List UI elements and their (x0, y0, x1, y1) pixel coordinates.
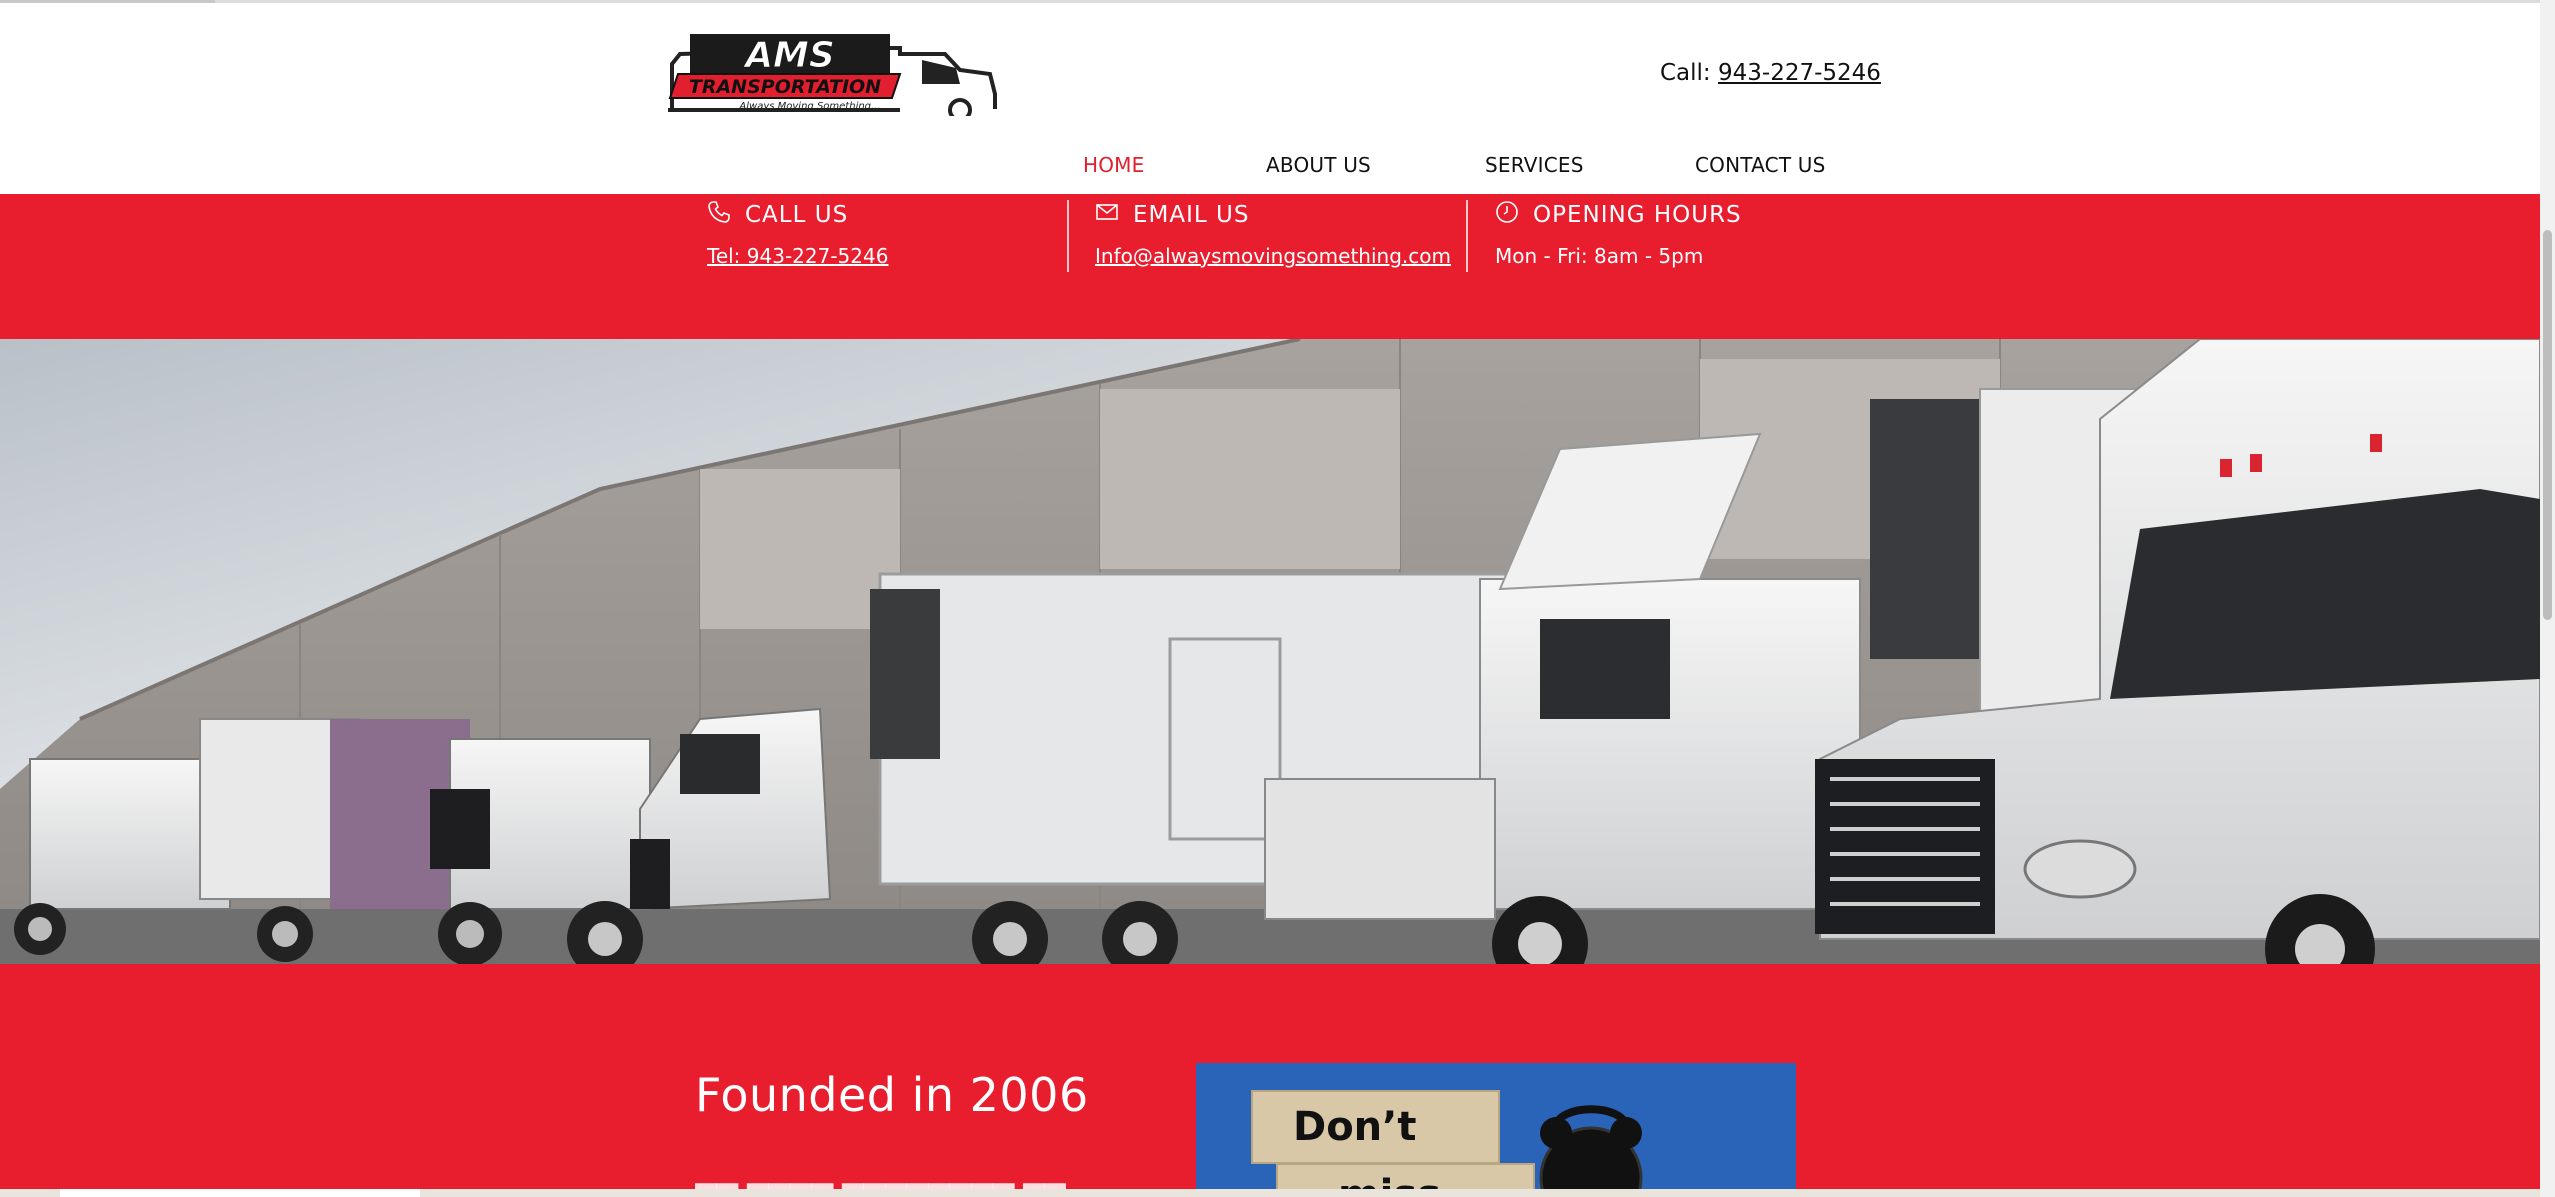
header-phone-link[interactable]: 943-227-5246 (1718, 60, 1881, 86)
taskbar-edge (0, 1189, 2540, 1197)
alarm-clock-icon (1526, 1098, 1656, 1197)
call-us-block: CALL US Tel: 943-227-5246 (707, 200, 888, 268)
email-us-title: EMAIL US (1133, 202, 1250, 228)
nav-contact-us[interactable]: CONTACT US (1695, 153, 1826, 177)
phone-icon (707, 200, 731, 230)
call-us-title: CALL US (745, 202, 849, 228)
hero-trucks-image (0, 339, 2540, 964)
nav-services[interactable]: SERVICES (1485, 153, 1584, 177)
nav-home[interactable]: HOME (1083, 153, 1144, 177)
info-divider (1067, 200, 1069, 272)
promo-image: Don’t miss (1196, 1063, 1796, 1197)
company-logo[interactable]: AMS TRANSPORTATION Always Moving Somethi… (660, 24, 1000, 122)
contact-info-band: CALL US Tel: 943-227-5246 EMAIL US Info@… (0, 194, 2540, 339)
scrollbar-thumb[interactable] (2543, 230, 2552, 620)
opening-hours-title: OPENING HOURS (1533, 202, 1742, 228)
opening-hours-block: OPENING HOURS Mon - Fri: 8am - 5pm (1495, 200, 1742, 268)
nav-about-us[interactable]: ABOUT US (1266, 153, 1371, 177)
opening-hours-value: Mon - Fri: 8am - 5pm (1495, 244, 1704, 268)
mail-icon (1095, 200, 1119, 230)
promo-block-dont: Don’t (1251, 1090, 1500, 1164)
info-divider (1466, 200, 1468, 272)
main-nav: HOME ABOUT US SERVICES CONTACT US (0, 153, 2540, 187)
page-scrollbar[interactable] (2540, 0, 2555, 1197)
call-us-phone-link[interactable]: Tel: 943-227-5246 (707, 244, 888, 268)
clock-icon (1495, 200, 1519, 230)
taskbar-piece (60, 1189, 420, 1197)
about-heading: Founded in 2006 (695, 1068, 1089, 1122)
header-call: Call: 943-227-5246 (1660, 60, 1881, 86)
logo-brand: AMS (742, 35, 835, 76)
email-us-block: EMAIL US Info@alwaysmovingsomething.com (1095, 200, 1451, 268)
browser-tab-stub (0, 0, 215, 3)
logo-tagline: Always Moving Something... (738, 101, 880, 112)
header-call-label: Call: (1660, 60, 1711, 86)
email-link[interactable]: Info@alwaysmovingsomething.com (1095, 244, 1451, 268)
logo-brand-sub: TRANSPORTATION (689, 76, 881, 98)
browser-top-edge (0, 0, 2540, 3)
